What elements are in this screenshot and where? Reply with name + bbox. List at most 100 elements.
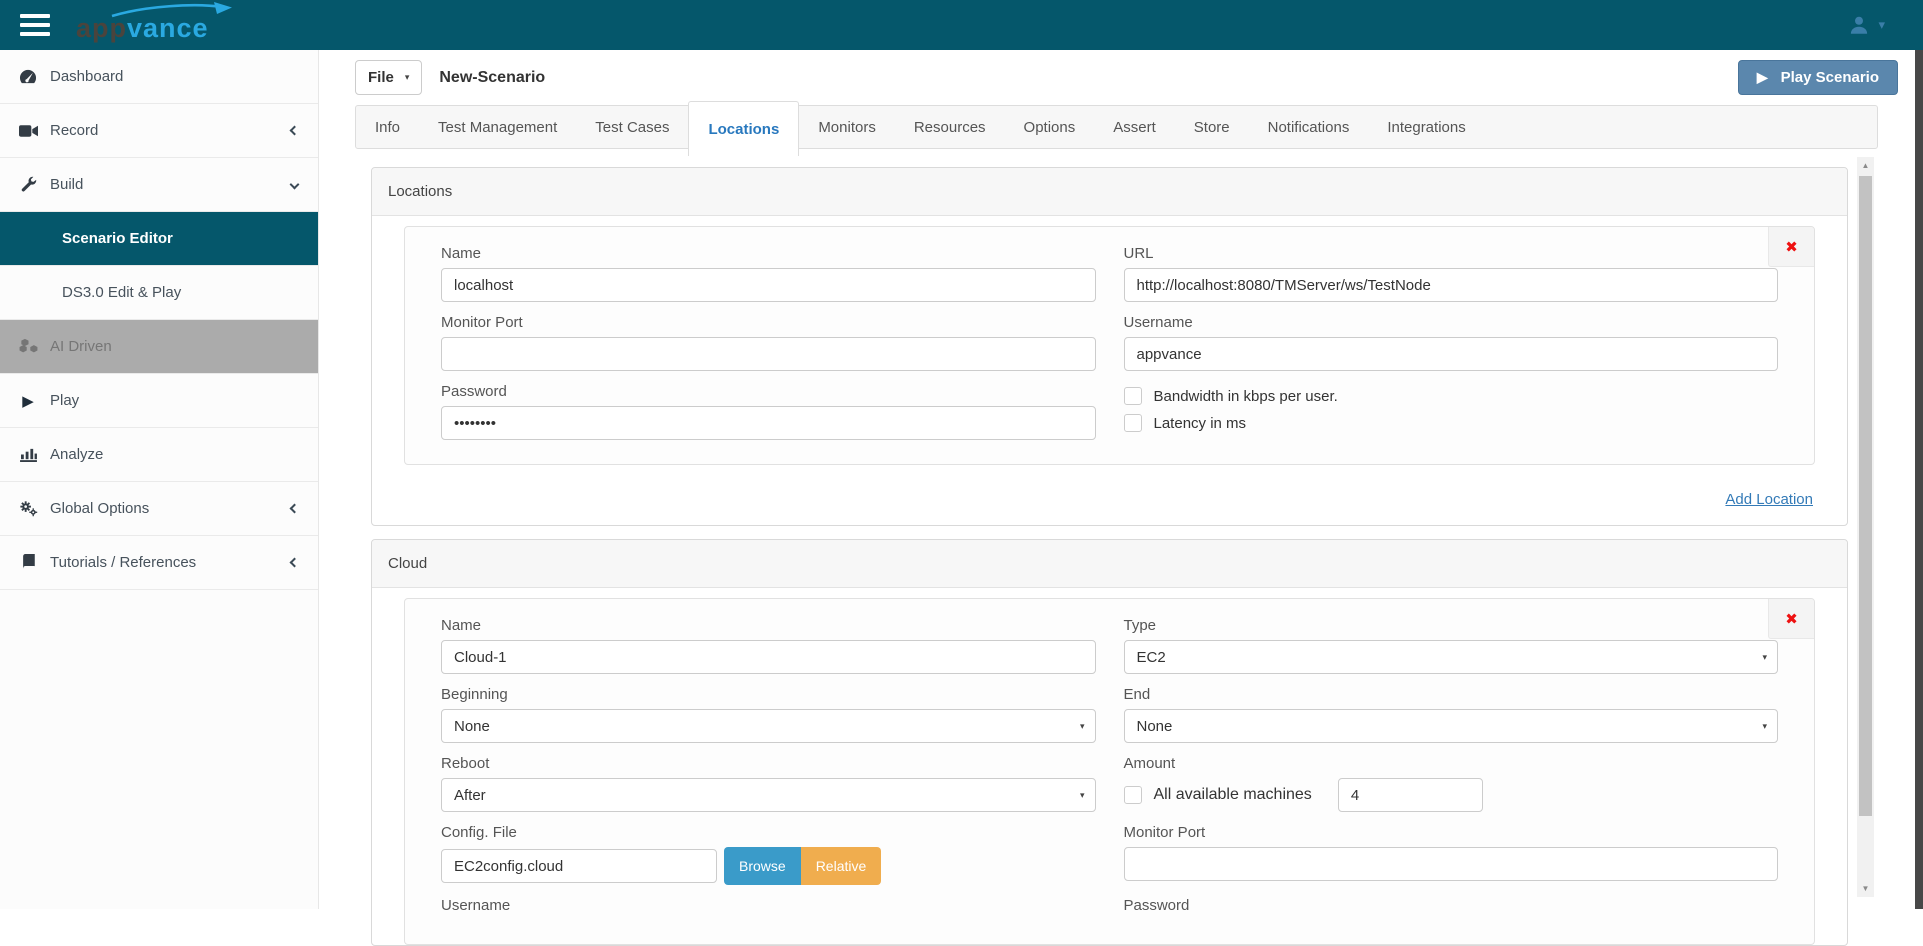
location-url-input[interactable] [1123,268,1778,302]
file-menu-button[interactable]: File ▾ [355,60,423,95]
location-username-input[interactable] [1123,337,1778,371]
delete-cloud-button[interactable]: ✖ [1768,599,1814,639]
sidebar-item-label: Analyze [50,446,104,463]
tab-locations[interactable]: Locations [688,101,800,156]
cloud-entry: Name Type EC2 ▾ Beginning None ▾ [404,598,1815,945]
cloud-end-value: None [1136,717,1173,735]
sidebar-item-ds30-edit-play[interactable]: DS3.0 Edit & Play [0,266,318,320]
tab-store[interactable]: Store [1175,106,1249,148]
sidebar-item-tutorials-references[interactable]: Tutorials / References [0,536,318,590]
scroll-down-arrow-icon[interactable]: ▼ [1857,880,1874,897]
sidebar-item-record[interactable]: Record [0,104,318,158]
relative-button[interactable]: Relative [800,847,882,885]
location-password-field: Password [441,371,1096,440]
cloud-type-value: EC2 [1136,648,1166,666]
chevron-left-icon [289,503,300,514]
cloud-amount-input[interactable] [1337,778,1483,812]
user-icon [1851,16,1868,34]
all-machines-checkbox[interactable] [1123,786,1142,804]
tab-test-management[interactable]: Test Management [419,106,576,148]
sidebar-item-scenario-editor[interactable]: Scenario Editor [0,212,318,266]
location-monitor-port-input[interactable] [441,337,1096,371]
cloud-type-field: Type EC2 ▾ [1123,605,1778,674]
cloud-config-file-input[interactable] [441,849,717,883]
tab-assert[interactable]: Assert [1094,106,1175,148]
sidebar: Dashboard Record Build Scenario Editor D… [0,50,319,909]
sidebar-item-label: Build [50,176,84,193]
delete-location-button[interactable]: ✖ [1768,227,1814,267]
bar-chart-icon [16,447,40,462]
locations-panel-footer: Add Location [372,465,1847,525]
scrollbar-thumb[interactable] [1859,176,1872,816]
play-scenario-button[interactable]: ▶ Play Scenario [1737,60,1898,95]
tab-notifications[interactable]: Notifications [1249,106,1369,148]
cloud-reboot-select[interactable]: After ▾ [441,778,1096,812]
play-icon: ▶ [22,392,34,410]
chevron-down-icon: ▾ [1762,720,1767,731]
hamburger-menu-icon[interactable] [20,14,50,36]
sidebar-item-global-options[interactable]: Global Options [0,482,318,536]
location-password-input[interactable] [441,406,1096,440]
app-logo: appvance [76,1,232,42]
cloud-end-select[interactable]: None ▾ [1123,709,1778,743]
username-label: Username [1123,314,1193,331]
tab-info[interactable]: Info [356,106,419,148]
sidebar-item-label: AI Driven [50,338,112,355]
cloud-beginning-select[interactable]: None ▾ [441,709,1096,743]
add-location-link[interactable]: Add Location [1725,491,1813,508]
location-url-field: URL [1123,233,1778,302]
video-camera-icon [16,124,40,138]
cloud-username-label: Username [441,897,511,914]
amount-label: Amount [1123,755,1176,772]
chevron-left-icon [289,125,300,136]
cloud-end-field: End None ▾ [1123,674,1778,743]
cloud-panel: Cloud Name Type EC2 ▾ Beginning None [371,539,1848,946]
monitor-port-label: Monitor Port [441,314,523,331]
cloud-reboot-value: After [454,786,486,804]
dashboard-gauge-icon [16,68,40,85]
tab-test-cases[interactable]: Test Cases [576,106,688,148]
logo-arrow-icon [111,1,232,17]
chevron-down-icon: ▾ [1878,17,1885,32]
user-menu[interactable]: ▾ [1849,15,1903,35]
cloud-name-input[interactable] [441,640,1096,674]
tab-integrations[interactable]: Integrations [1368,106,1484,148]
bandwidth-checkbox-label: Bandwidth in kbps per user. [1153,387,1338,405]
window-scrollbar[interactable] [1915,0,1923,909]
sidebar-item-play[interactable]: ▶ Play [0,374,318,428]
file-menu-label: File [368,69,394,86]
main-content: File ▾ New-Scenario ▶ Play Scenario Info… [319,50,1915,946]
chevron-down-icon: ▾ [404,72,410,82]
content-scrollbar[interactable]: ▲ ▼ [1857,157,1874,897]
latency-checkbox-row: Latency in ms [1123,414,1779,432]
location-name-field: Name [441,233,1096,302]
location-username-field: Username [1123,302,1778,371]
cloud-type-select[interactable]: EC2 ▾ [1123,640,1778,674]
tab-options[interactable]: Options [1005,106,1095,148]
sidebar-item-dashboard[interactable]: Dashboard [0,50,318,104]
top-bar: appvance ▾ [0,0,1923,50]
url-label: URL [1123,245,1154,262]
name-label: Name [441,617,482,634]
sidebar-item-ai-driven[interactable]: AI Driven [0,320,318,374]
tab-resources[interactable]: Resources [895,106,1005,148]
chevron-down-icon: ▾ [1079,720,1085,731]
latency-checkbox[interactable] [1123,414,1142,432]
cloud-monitor-port-input[interactable] [1123,847,1778,881]
locations-panel: Locations Name URL Monitor Port Username [371,167,1848,526]
cloud-beginning-value: None [454,717,490,735]
browse-button[interactable]: Browse [724,847,801,885]
location-name-input[interactable] [441,268,1096,302]
cloud-beginning-field: Beginning None ▾ [441,674,1096,743]
config-file-label: Config. File [441,824,517,841]
sidebar-item-analyze[interactable]: Analyze [0,428,318,482]
location-entry: Name URL Monitor Port Username Password [404,226,1815,465]
tab-monitors[interactable]: Monitors [799,106,895,148]
gears-icon [16,500,40,517]
bandwidth-checkbox[interactable] [1123,387,1142,405]
all-machines-checkbox-label: All available machines [1153,786,1312,803]
end-label: End [1123,686,1151,703]
chevron-down-icon: ▾ [1079,789,1085,800]
sidebar-item-build[interactable]: Build [0,158,318,212]
scroll-up-arrow-icon[interactable]: ▲ [1857,157,1874,174]
